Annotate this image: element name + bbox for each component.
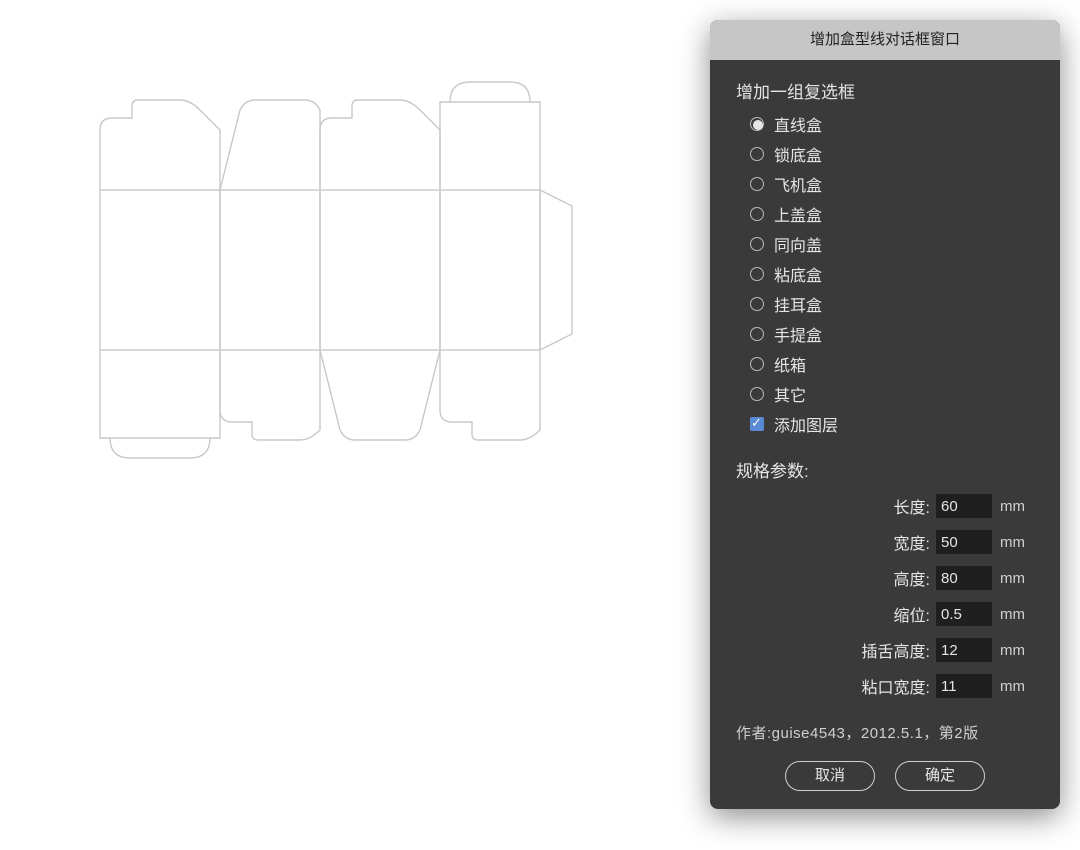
param-row-length: 长度: mm [736, 488, 1034, 524]
param-label: 高度: [894, 566, 930, 590]
checkbox-icon [750, 417, 764, 431]
param-row-tongue-height: 插舌高度: mm [736, 632, 1034, 668]
param-label: 插舌高度: [862, 638, 930, 662]
radio-option-handle-box[interactable]: 手提盒 [750, 319, 1034, 349]
checkbox-label: 添加图层 [774, 412, 838, 436]
box-dieline-dialog: 增加盒型线对话框窗口 增加一组复选框 直线盒 锁底盒 飞机盒 上盖盒 同向盖 [710, 20, 1060, 809]
box-dieline-drawing [40, 10, 680, 570]
radio-label: 粘底盒 [774, 262, 822, 286]
radio-label: 手提盒 [774, 322, 822, 346]
radio-option-hanging-ear-box[interactable]: 挂耳盒 [750, 289, 1034, 319]
radio-icon [750, 207, 764, 221]
radio-option-airplane-box[interactable]: 飞机盒 [750, 169, 1034, 199]
param-unit: mm [1000, 606, 1034, 623]
radio-label: 直线盒 [774, 112, 822, 136]
radio-icon [750, 327, 764, 341]
radio-option-same-direction-lid[interactable]: 同向盖 [750, 229, 1034, 259]
param-label: 粘口宽度: [862, 674, 930, 698]
param-unit: mm [1000, 534, 1034, 551]
param-unit: mm [1000, 570, 1034, 587]
param-unit: mm [1000, 642, 1034, 659]
param-unit: mm [1000, 498, 1034, 515]
params-title: 规格参数: [736, 457, 1034, 482]
radio-option-other[interactable]: 其它 [750, 379, 1034, 409]
dialog-buttons: 取消 确定 [710, 743, 1060, 791]
radio-label: 飞机盒 [774, 172, 822, 196]
param-row-glue-width: 粘口宽度: mm [736, 668, 1034, 704]
author-note: 作者:guise4543，2012.5.1，第2版 [710, 704, 1060, 743]
canvas-area [0, 0, 700, 850]
height-input[interactable] [936, 566, 992, 590]
radio-icon [750, 357, 764, 371]
param-row-offset: 缩位: mm [736, 596, 1034, 632]
params-section: 规格参数: 长度: mm 宽度: mm 高度: mm 缩位: mm 插舌高度: … [710, 439, 1060, 704]
cancel-button[interactable]: 取消 [785, 761, 875, 791]
checkbox-add-layer[interactable]: 添加图层 [750, 409, 1034, 439]
tongue-height-input[interactable] [936, 638, 992, 662]
length-input[interactable] [936, 494, 992, 518]
radio-icon [750, 237, 764, 251]
param-row-width: 宽度: mm [736, 524, 1034, 560]
glue-width-input[interactable] [936, 674, 992, 698]
radio-label: 纸箱 [774, 352, 806, 376]
radio-label: 同向盖 [774, 232, 822, 256]
radio-option-straight-box[interactable]: 直线盒 [750, 109, 1034, 139]
radio-label: 锁底盒 [774, 142, 822, 166]
dialog-title: 增加盒型线对话框窗口 [710, 20, 1060, 60]
radio-icon [750, 147, 764, 161]
box-type-radio-list: 直线盒 锁底盒 飞机盒 上盖盒 同向盖 粘底盒 [736, 109, 1034, 439]
width-input[interactable] [936, 530, 992, 554]
radio-option-glue-bottom-box[interactable]: 粘底盒 [750, 259, 1034, 289]
offset-input[interactable] [936, 602, 992, 626]
radio-option-top-lid-box[interactable]: 上盖盒 [750, 199, 1034, 229]
radio-icon [750, 117, 764, 131]
radio-icon [750, 297, 764, 311]
radio-icon [750, 387, 764, 401]
box-type-group: 增加一组复选框 直线盒 锁底盒 飞机盒 上盖盒 同向盖 [710, 60, 1060, 439]
radio-option-carton[interactable]: 纸箱 [750, 349, 1034, 379]
param-unit: mm [1000, 678, 1034, 695]
radio-icon [750, 267, 764, 281]
param-label: 宽度: [894, 530, 930, 554]
group-title: 增加一组复选框 [736, 78, 1034, 103]
radio-label: 挂耳盒 [774, 292, 822, 316]
param-row-height: 高度: mm [736, 560, 1034, 596]
radio-label: 其它 [774, 382, 806, 406]
param-label: 缩位: [894, 602, 930, 626]
radio-option-lock-bottom-box[interactable]: 锁底盒 [750, 139, 1034, 169]
ok-button[interactable]: 确定 [895, 761, 985, 791]
param-label: 长度: [894, 494, 930, 518]
radio-icon [750, 177, 764, 191]
radio-label: 上盖盒 [774, 202, 822, 226]
